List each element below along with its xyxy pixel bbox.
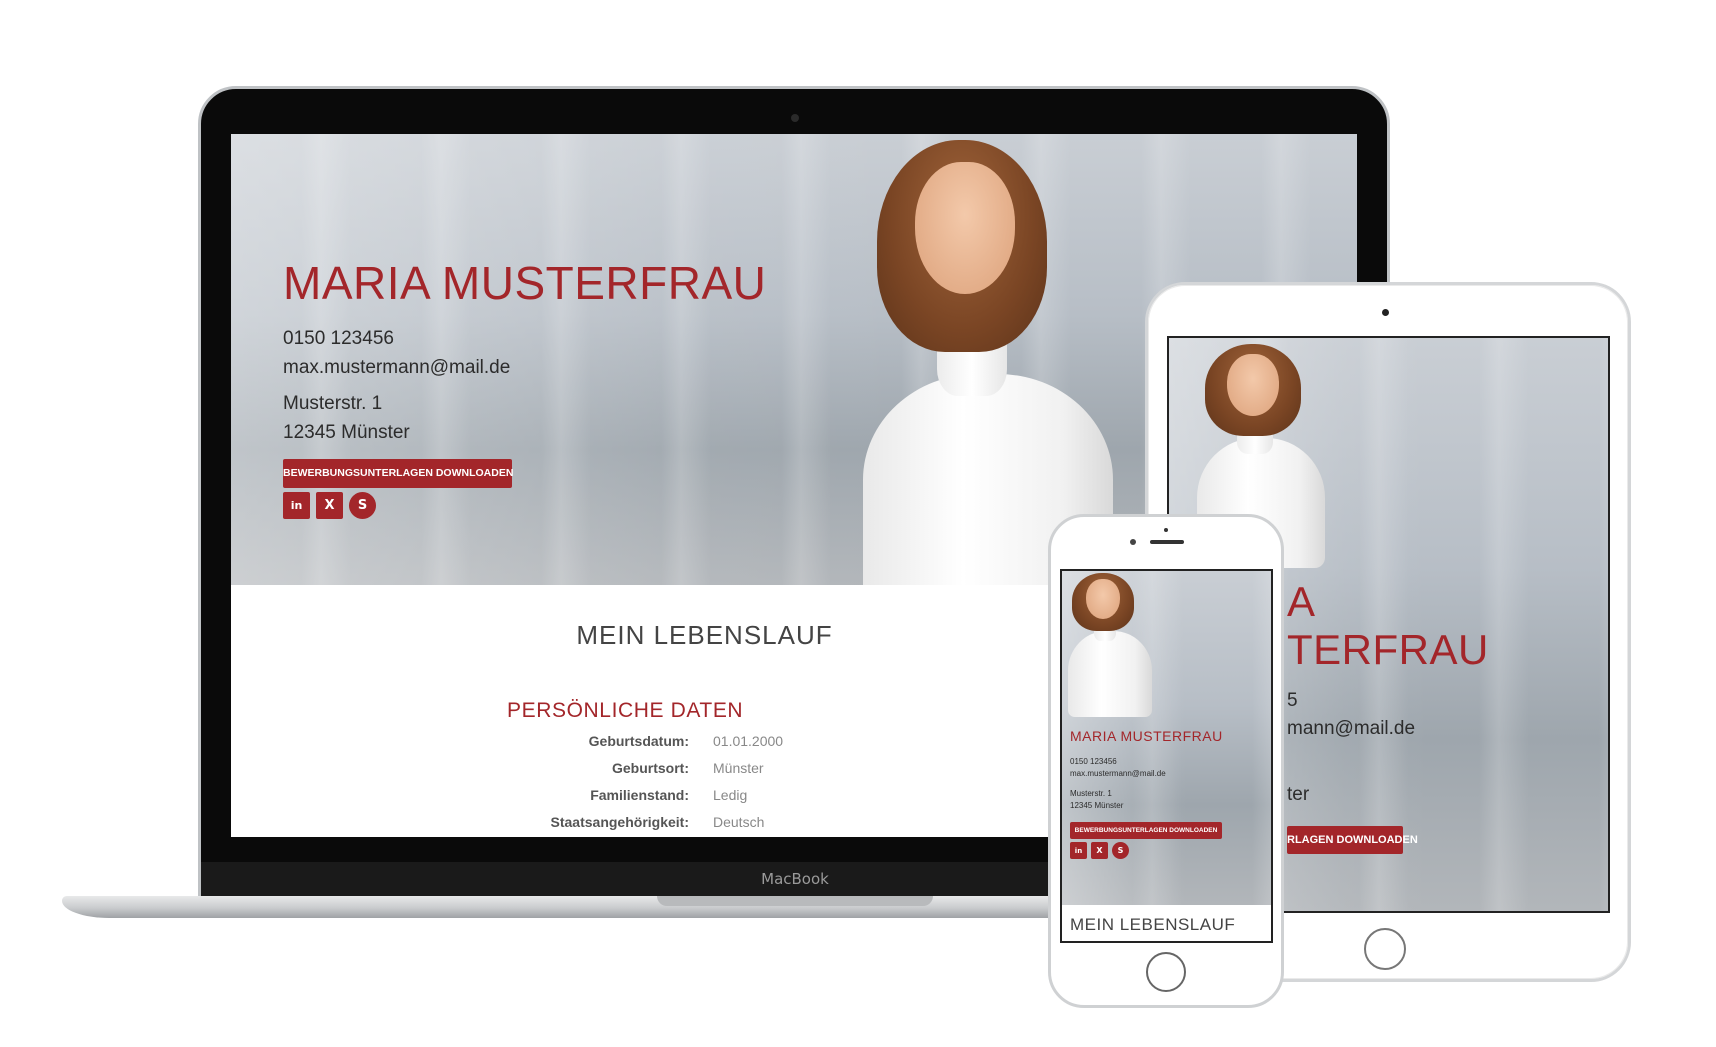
pd-value: 01.01.2000 (713, 733, 784, 749)
hero-name: MARIA MUSTERFRAU (283, 257, 767, 309)
download-button[interactable]: BEWERBUNGSUNTERLAGEN DOWNLOADEN (283, 459, 513, 488)
phone-street: Musterstr. 1 (1070, 789, 1112, 798)
personal-data-title: PERSÖNLICHE DATEN (507, 699, 744, 722)
tablet-name-line2: TERFRAU (1287, 626, 1489, 673)
phone-screen: MARIA MUSTERFRAU 0150 123456 max.musterm… (1060, 569, 1273, 943)
skype-icon[interactable]: S (1112, 842, 1129, 859)
phone-phone[interactable]: 0150 123456 (1070, 757, 1117, 766)
phone-hero: MARIA MUSTERFRAU 0150 123456 max.musterm… (1062, 571, 1271, 905)
phone-name: MARIA MUSTERFRAU (1070, 728, 1223, 744)
pd-value: Ledig (713, 787, 748, 803)
resume-title: MEIN LEBENSLAUF (576, 620, 833, 650)
skype-icon[interactable]: S (349, 492, 376, 519)
tablet-download-button[interactable]: RLAGEN DOWNLOADEN (1287, 826, 1418, 854)
pd-label: Geburtsdatum: (588, 733, 689, 749)
pd-label: Familienstand: (590, 787, 689, 803)
pd-label: Staatsangehörigkeit: (550, 814, 689, 830)
phone-resume-title: MEIN LEBENSLAUF (1070, 915, 1236, 934)
xing-icon[interactable]: X (1091, 842, 1108, 859)
phone-download-button[interactable]: BEWERBUNGSUNTERLAGEN DOWNLOADEN (1070, 822, 1222, 839)
phone-sensor (1164, 528, 1168, 532)
phone-home-button[interactable] (1146, 952, 1186, 992)
laptop-brand-label: MacBook (761, 870, 829, 888)
person-face (915, 162, 1015, 294)
laptop-notch (657, 896, 933, 906)
tablet-name-line1: A (1287, 578, 1316, 625)
hero-phone[interactable]: 0150 123456 (283, 328, 394, 350)
tablet-phone: 5 (1287, 690, 1298, 711)
pd-value: Münster (713, 760, 764, 776)
pd-label: Geburtsort: (612, 760, 689, 776)
tablet-camera (1382, 309, 1389, 316)
phone-email[interactable]: max.mustermann@mail.de (1070, 769, 1166, 778)
person-face (1227, 354, 1279, 416)
person-face (1086, 579, 1120, 619)
person-body (1068, 631, 1152, 717)
hero-street: Musterstr. 1 (283, 393, 383, 414)
linkedin-icon[interactable]: in (1070, 842, 1087, 859)
phone-camera (1130, 539, 1136, 545)
phone-city: 12345 Münster (1070, 801, 1124, 810)
tablet-city: ter (1287, 784, 1310, 805)
tablet-email: mann@mail.de (1287, 718, 1416, 739)
hero-city: 12345 Münster (283, 422, 410, 443)
tablet-home-button[interactable] (1364, 928, 1406, 970)
linkedin-icon[interactable]: in (283, 492, 310, 519)
pd-value: Deutsch (713, 814, 765, 830)
xing-icon[interactable]: X (316, 492, 343, 519)
laptop-camera (791, 114, 799, 122)
phone-speaker (1150, 540, 1184, 544)
hero-email[interactable]: max.mustermann@mail.de (283, 357, 510, 379)
